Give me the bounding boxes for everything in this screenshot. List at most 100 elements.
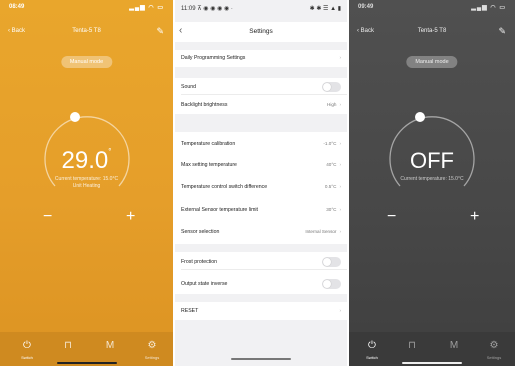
gear-icon: ⚙: [489, 340, 499, 351]
row-temperature-calibration[interactable]: Temperature calibration -1.0°C ›: [175, 136, 347, 152]
tab-mode[interactable]: M: [439, 340, 469, 352]
home-indicator: [402, 362, 462, 364]
lock-icon: ⊓: [408, 340, 416, 351]
tab-label: Switch: [366, 355, 378, 360]
chevron-right-icon: ›: [339, 229, 341, 234]
switch-difference-value: 0.5°C: [324, 184, 337, 189]
row-backlight[interactable]: Backlight brightness High ›: [175, 97, 347, 113]
edit-icon[interactable]: ✎: [498, 26, 506, 37]
decrease-button[interactable]: −: [43, 208, 52, 226]
tab-label: Switch: [21, 355, 33, 360]
row-frost-protection: Frost protection: [175, 254, 347, 270]
chevron-right-icon: ›: [339, 102, 341, 107]
row-label: Max setting temperature: [181, 162, 237, 168]
setpoint-value: 29.0: [61, 147, 109, 174]
mode-icon: M: [105, 340, 115, 351]
row-value: -1.0°C ›: [323, 141, 341, 146]
row-label: Temperature calibration: [181, 141, 236, 147]
row-label: Daily Programming Settings: [181, 55, 246, 61]
mode-pill[interactable]: Manual mode: [406, 56, 458, 68]
status-time: 11:09 ⊼ ◉ ◉ ◉ ◉ ·: [181, 6, 233, 12]
external-limit-value: 30°C: [326, 207, 337, 212]
settings-group-4: Frost protection Output state inverse: [175, 252, 347, 294]
row-daily-programming[interactable]: Daily Programming Settings ›: [175, 50, 347, 66]
row-reset[interactable]: RESET ›: [175, 303, 347, 319]
row-output-inverse: Output state inverse: [175, 276, 347, 292]
status-icons: ✱ ✱ ☰ ▲ ▮: [309, 6, 341, 12]
row-value: 30°C ›: [326, 207, 341, 212]
chevron-right-icon: ›: [339, 207, 341, 212]
tab-label: Settings: [486, 355, 502, 360]
lock-icon: ⊓: [64, 340, 72, 351]
tab-switch[interactable]: ⏻ Switch: [357, 340, 387, 360]
gauge-handle[interactable]: [415, 112, 425, 122]
row-sensor-selection[interactable]: Sensor selection Internal Sensor ›: [175, 224, 347, 240]
mode-pill[interactable]: Manual mode: [60, 56, 113, 68]
chevron-right-icon: ›: [339, 55, 341, 60]
decrease-button[interactable]: −: [387, 208, 396, 226]
row-label: Sensor selection: [181, 229, 220, 235]
setpoint-unit: °: [108, 147, 112, 156]
row-label: Sound: [181, 84, 197, 90]
increase-button[interactable]: +: [126, 208, 135, 226]
row-label: Backlight brightness: [181, 102, 228, 108]
status-icons: ▂▄▆ ◠ ▭: [471, 5, 506, 11]
status-time: 08:49: [9, 4, 25, 10]
heating-status-label: Unit Heating: [72, 183, 101, 189]
gear-icon: ⚙: [147, 340, 157, 351]
setpoint-temperature: 29.0°: [0, 147, 173, 175]
settings-group-1: Daily Programming Settings ›: [175, 50, 347, 67]
row-value: ›: [336, 308, 341, 313]
settings-group-3: Temperature calibration -1.0°C › Max setti…: [175, 132, 347, 244]
row-value: 0.5°C ›: [325, 184, 341, 189]
settings-group-2: Sound Backlight brightness High ›: [175, 78, 347, 114]
tab-lock[interactable]: ⊓: [397, 340, 427, 352]
thermostat-panel-off: 09:49 ▂▄▆ ◠ ▭ ‹ Back Tenta-5 T8 ✎ Manual…: [349, 0, 515, 366]
row-label: Temperature control switch difference: [181, 184, 268, 190]
status-bar: 09:49 ▂▄▆ ◠ ▭: [349, 4, 515, 14]
row-label: Output state inverse: [181, 281, 228, 287]
sound-toggle[interactable]: [322, 82, 341, 92]
home-indicator: [56, 362, 117, 364]
status-icons: ▂▄▆ ◠ ▭: [129, 5, 164, 11]
sensor-selection-value: Internal Sensor: [305, 229, 337, 234]
row-external-sensor-limit[interactable]: External Sensor temperature limit 30°C ›: [175, 202, 347, 218]
tab-mode[interactable]: M: [95, 340, 125, 352]
row-max-temperature[interactable]: Max setting temperature 40°C ›: [175, 157, 347, 173]
tab-settings[interactable]: ⚙ Settings: [137, 340, 167, 360]
divider: [181, 94, 347, 95]
row-value: ›: [336, 55, 341, 60]
frost-protection-toggle[interactable]: [322, 257, 341, 267]
home-indicator: [231, 358, 291, 360]
chevron-right-icon: ›: [339, 141, 341, 146]
backlight-value: High: [327, 102, 337, 107]
chevron-right-icon: ›: [339, 162, 341, 167]
settings-panel: 11:09 ⊼ ◉ ◉ ◉ ◉ · ✱ ✱ ☰ ▲ ▮ ‹ Settings D…: [175, 0, 347, 366]
tab-label: Settings: [144, 355, 160, 360]
power-icon: ⏻: [23, 340, 31, 351]
increase-button[interactable]: +: [470, 208, 479, 226]
current-temperature-label: Current temperature: 15.0°C: [54, 176, 119, 182]
output-inverse-toggle[interactable]: [322, 279, 341, 289]
nav-bar: ‹ Back Tenta-5 T8 ✎: [0, 26, 173, 40]
settings-header: ‹ Settings: [175, 22, 347, 42]
gauge-handle[interactable]: [69, 112, 80, 122]
status-bar: 11:09 ⊼ ◉ ◉ ◉ ◉ · ✱ ✱ ☰ ▲ ▮: [181, 5, 341, 12]
edit-icon[interactable]: ✎: [156, 26, 164, 37]
thermostat-panel-on: 08:49 ▂▄▆ ◠ ▭ ‹ Back Tenta-5 T8 ✎ Manual…: [0, 0, 173, 366]
calibration-value: -1.0°C: [323, 141, 337, 146]
page-title: Settings: [249, 28, 273, 35]
power-state: OFF: [410, 148, 454, 173]
mode-icon: M: [449, 340, 459, 351]
divider: [181, 269, 347, 270]
tab-lock[interactable]: ⊓: [53, 340, 83, 352]
row-switch-difference[interactable]: Temperature control switch difference 0.5…: [175, 179, 347, 195]
chevron-right-icon: ›: [339, 308, 341, 313]
tab-settings[interactable]: ⚙ Settings: [479, 340, 509, 360]
max-temperature-value: 40°C: [326, 162, 337, 167]
status-bar: 08:49 ▂▄▆ ◠ ▭: [0, 4, 173, 14]
tab-bar: ⏻ Switch ⊓ M ⚙ Settings: [349, 332, 515, 366]
status-time: 09:49: [358, 4, 374, 10]
tab-switch[interactable]: ⏻ Switch: [12, 340, 42, 360]
device-title: Tenta-5 T8: [72, 28, 101, 34]
